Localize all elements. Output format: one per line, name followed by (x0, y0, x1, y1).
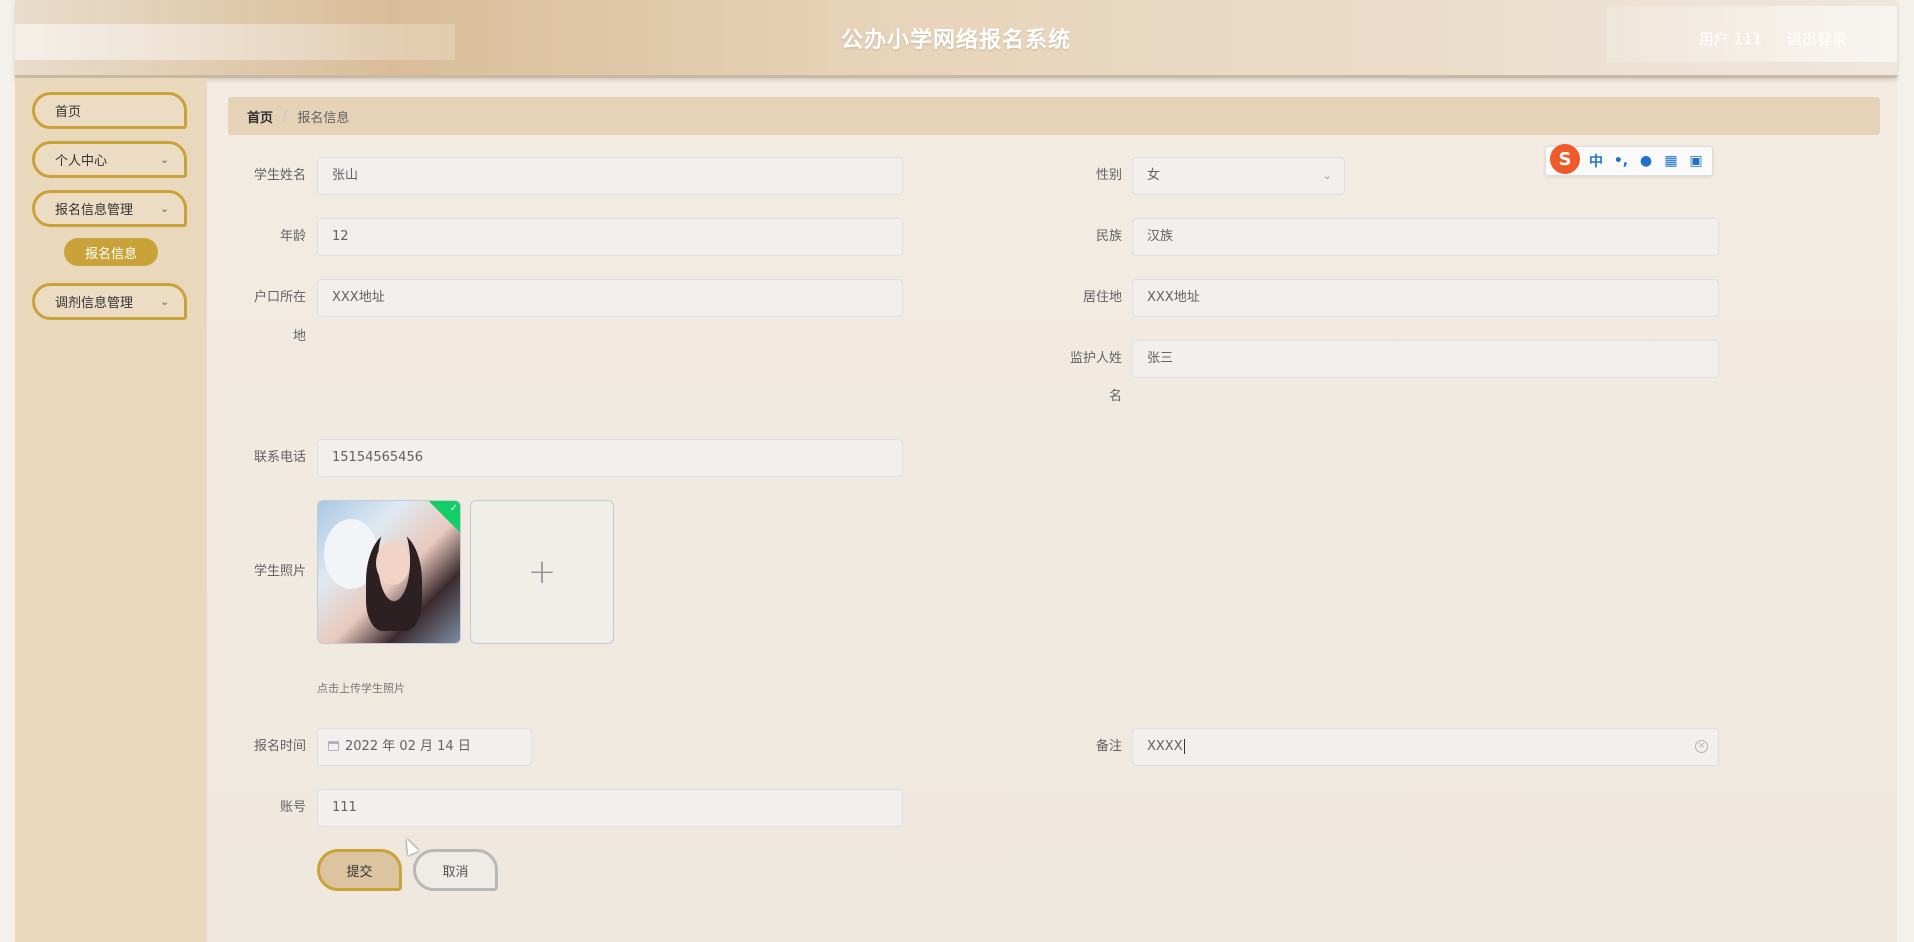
gender-label: 性别 (1095, 168, 1122, 183)
cancel-button[interactable]: 取消 (413, 849, 498, 891)
breadcrumb-home[interactable]: 首页 (247, 107, 273, 126)
sidebar-item-label: 个人中心 (55, 154, 108, 169)
hukou-address-input[interactable]: XXX地址 (317, 279, 903, 317)
sidebar: 首页 个人中心 ⌄ 报名信息管理 ⌄ 报名信息 调剂信息管理 ⌄ (15, 78, 207, 942)
remark-value: XXXX (1147, 739, 1183, 754)
text-caret (1183, 739, 1185, 754)
gender-select[interactable]: 女 ⌄ (1132, 157, 1345, 195)
top-header: 公办小学网络报名系统 用户 111 退出登录 (15, 0, 1897, 78)
guardian-name-input[interactable]: 张三 (1132, 340, 1719, 378)
clear-icon[interactable]: × (1695, 740, 1708, 753)
upload-success-badge: ✓ (429, 501, 460, 533)
ime-mode-toggle[interactable]: 中 (1587, 151, 1605, 171)
ethnicity-label: 民族 (1095, 229, 1122, 244)
age-label: 年龄 (279, 229, 306, 244)
grid-icon[interactable]: ▣ (1687, 153, 1705, 169)
keyboard-icon[interactable]: ▦ (1662, 153, 1680, 169)
chevron-down-icon: ⌄ (1322, 169, 1332, 182)
hukou-label: 户口所在 (253, 290, 306, 305)
phone-label: 联系电话 (253, 450, 306, 465)
account-label: 账号 (279, 800, 306, 815)
phone-input[interactable]: 15154565456 (317, 439, 903, 477)
ime-toolbar: S 中 •, ● ▦ ▣ (1545, 144, 1713, 176)
reg-time-value: 2022 年 02 月 14 日 (345, 739, 471, 754)
remark-label: 备注 (1095, 739, 1122, 754)
residence-label: 居住地 (1082, 290, 1122, 305)
user-name[interactable]: 用户 111 (1699, 30, 1762, 48)
account-input[interactable]: 111 (317, 789, 903, 827)
photo-label: 学生照片 (253, 564, 306, 579)
ime-logo-icon[interactable]: S (1550, 144, 1580, 174)
sidebar-item-label: 首页 (55, 105, 82, 120)
sidebar-item-registration-management[interactable]: 报名信息管理 ⌄ (32, 190, 187, 227)
student-name-label: 学生姓名 (253, 168, 306, 183)
gender-value: 女 (1147, 168, 1161, 183)
mic-icon[interactable]: ● (1637, 153, 1655, 169)
upload-tip: 点击上传学生照片 (317, 682, 405, 695)
site-title: 公办小学网络报名系统 (840, 28, 1071, 53)
remark-input[interactable]: XXXX × (1132, 728, 1719, 766)
age-input[interactable]: 12 (317, 218, 903, 256)
reg-time-datepicker[interactable]: 2022 年 02 月 14 日 (317, 728, 532, 766)
submit-button[interactable]: 提交 (317, 849, 402, 891)
calendar-icon (328, 741, 339, 751)
residence-input[interactable]: XXX地址 (1132, 279, 1719, 317)
guardian-label-cont: 名 (1108, 389, 1122, 404)
check-icon: ✓ (449, 502, 458, 514)
student-name-input[interactable]: 张山 (317, 157, 903, 195)
reg-time-label: 报名时间 (253, 739, 306, 754)
breadcrumb-current: 报名信息 (297, 110, 350, 126)
ime-punct-toggle[interactable]: •, (1612, 153, 1630, 169)
sidebar-subitem-registration-info[interactable]: 报名信息 (64, 238, 158, 266)
chevron-down-icon: ⌄ (160, 153, 170, 166)
hukou-label-cont: 地 (292, 329, 306, 344)
student-photo-thumbnail[interactable]: ✓ (317, 500, 461, 644)
breadcrumb-separator: / (283, 108, 288, 124)
sidebar-item-label: 报名信息管理 (55, 203, 134, 218)
guardian-label: 监护人姓 (1069, 351, 1122, 366)
logout-link[interactable]: 退出登录 (1787, 30, 1847, 48)
breadcrumb: 首页 / 报名信息 (228, 97, 1880, 135)
sidebar-subitem-label: 报名信息 (84, 246, 137, 262)
user-area: 用户 111 退出登录 (1679, 28, 1847, 49)
chevron-down-icon: ⌄ (160, 295, 170, 308)
sidebar-item-home[interactable]: 首页 (32, 92, 187, 129)
chevron-down-icon: ⌄ (160, 202, 170, 215)
ethnicity-input[interactable]: 汉族 (1132, 218, 1719, 256)
photo-content (376, 541, 410, 585)
sidebar-item-personal-center[interactable]: 个人中心 ⌄ (32, 141, 187, 178)
upload-photo-button[interactable]: + (470, 500, 614, 644)
sidebar-item-label: 调剂信息管理 (55, 296, 134, 311)
plus-icon: + (527, 552, 557, 592)
sidebar-item-adjustment-management[interactable]: 调剂信息管理 ⌄ (32, 283, 187, 320)
